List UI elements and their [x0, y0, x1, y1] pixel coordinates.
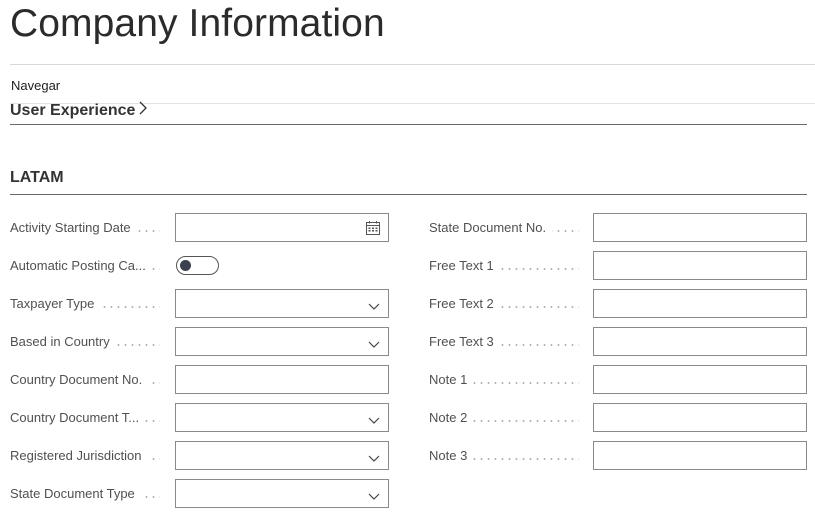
title-divider	[10, 64, 815, 65]
section-user-experience[interactable]: User Experience	[10, 100, 148, 120]
field-based-in-country: Based in Country	[10, 327, 390, 356]
free-text-3-input[interactable]	[593, 327, 807, 356]
field-label: Note 3	[429, 448, 474, 463]
chevron-down-icon	[368, 337, 380, 348]
note-1-input[interactable]	[593, 365, 807, 394]
toggle-knob	[180, 260, 191, 271]
field-label: Country Document T...	[10, 410, 146, 425]
page-title: Company Information	[10, 2, 385, 45]
country-document-type-select[interactable]	[175, 403, 389, 432]
chevron-right-icon	[139, 101, 148, 120]
field-label: Taxpayer Type	[10, 296, 101, 311]
section-divider	[10, 124, 807, 125]
automatic-posting-toggle[interactable]	[176, 256, 219, 275]
field-free-text-3: Free Text 3	[429, 327, 809, 356]
calendar-icon[interactable]	[365, 220, 381, 236]
taxpayer-type-select[interactable]	[175, 289, 389, 318]
field-state-document-type: State Document Type	[10, 479, 390, 508]
country-document-no-input[interactable]	[175, 365, 389, 394]
field-label: State Document Type	[10, 486, 141, 501]
note-3-input[interactable]	[593, 441, 807, 470]
field-note-1: Note 1	[429, 365, 809, 394]
field-note-3: Note 3	[429, 441, 809, 470]
field-label: Registered Jurisdiction	[10, 448, 148, 463]
state-document-no-input[interactable]	[593, 213, 807, 242]
field-label: Free Text 2	[429, 296, 500, 311]
chevron-down-icon	[368, 299, 380, 310]
field-country-document-no: Country Document No.	[10, 365, 390, 394]
free-text-2-input[interactable]	[593, 289, 807, 318]
free-text-1-input[interactable]	[593, 251, 807, 280]
section-divider	[10, 194, 807, 195]
note-2-input[interactable]	[593, 403, 807, 432]
activity-starting-date-input[interactable]	[175, 213, 389, 242]
chevron-down-icon	[368, 451, 380, 462]
field-state-document-no: State Document No.	[429, 213, 809, 242]
field-free-text-2: Free Text 2	[429, 289, 809, 318]
field-registered-jurisdiction: Registered Jurisdiction	[10, 441, 390, 470]
field-label: Note 1	[429, 372, 474, 387]
based-in-country-select[interactable]	[175, 327, 389, 356]
field-country-document-type: Country Document T...	[10, 403, 390, 432]
field-label: Free Text 1	[429, 258, 500, 273]
field-label: Automatic Posting Ca...	[10, 258, 152, 273]
field-label: Note 2	[429, 410, 474, 425]
field-activity-starting-date: Activity Starting Date	[10, 213, 390, 242]
chevron-down-icon	[368, 413, 380, 424]
navigate-menu[interactable]: Navegar	[11, 78, 60, 93]
field-free-text-1: Free Text 1	[429, 251, 809, 280]
field-label: State Document No.	[429, 220, 553, 235]
section-latam-title[interactable]: LATAM	[10, 169, 64, 187]
chevron-down-icon	[368, 489, 380, 500]
section-user-experience-title: User Experience	[10, 102, 136, 119]
field-label: Free Text 3	[429, 334, 500, 349]
field-label: Country Document No.	[10, 372, 149, 387]
field-label: Activity Starting Date	[10, 220, 137, 235]
field-note-2: Note 2	[429, 403, 809, 432]
state-document-type-select[interactable]	[175, 479, 389, 508]
field-label: Based in Country	[10, 334, 116, 349]
field-taxpayer-type: Taxpayer Type	[10, 289, 390, 318]
registered-jurisdiction-select[interactable]	[175, 441, 389, 470]
field-automatic-posting: Automatic Posting Ca...	[10, 251, 390, 280]
